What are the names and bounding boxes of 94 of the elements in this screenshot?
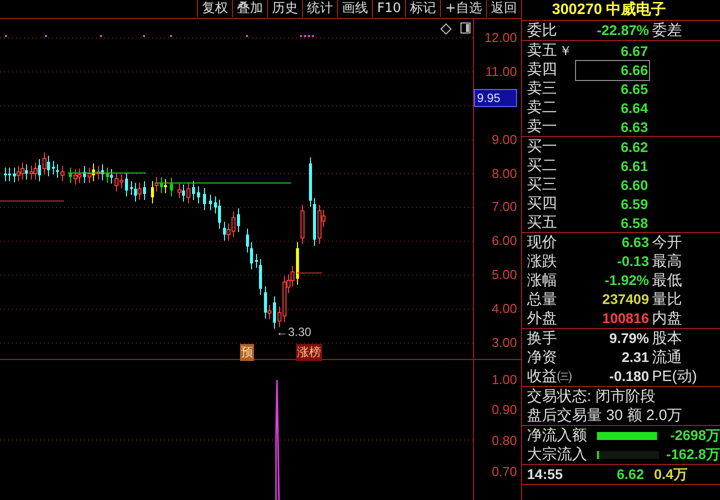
order-price[interactable]: 6.67 bbox=[575, 41, 650, 62]
field-label: 最高 bbox=[651, 252, 683, 271]
candle bbox=[300, 204, 304, 244]
candle bbox=[186, 182, 190, 204]
order-level-label: 卖五 bbox=[527, 42, 557, 59]
field-label: PE(动) bbox=[651, 367, 698, 386]
field-label: 股本 bbox=[651, 329, 683, 348]
candle bbox=[203, 187, 206, 211]
tick-price: 6.62 bbox=[616, 465, 644, 484]
level-line bbox=[296, 272, 322, 274]
order-level-label: 卖一 bbox=[527, 118, 557, 135]
field-label: 现价 bbox=[527, 233, 558, 252]
axis-label: 11.00 bbox=[485, 64, 517, 80]
order-price[interactable]: 6.60 bbox=[575, 175, 650, 196]
field-label: 流通 bbox=[651, 348, 683, 367]
axis-label: 5.00 bbox=[492, 266, 517, 282]
candle bbox=[125, 172, 128, 198]
order-level-label: 买一 bbox=[527, 138, 557, 155]
tick-volume: 0.4万 bbox=[653, 465, 688, 484]
order-level-label: 卖三 bbox=[527, 80, 557, 97]
field-label: 净资 bbox=[527, 348, 558, 367]
flow-label: 净流入额 bbox=[527, 426, 588, 445]
order-level-label: 买四 bbox=[527, 195, 557, 212]
current-price-marker: 9.95 bbox=[474, 89, 517, 108]
flow-value: -162.8万 bbox=[665, 446, 720, 464]
field-label: 今开 bbox=[651, 233, 683, 252]
order-price[interactable]: 6.63 bbox=[575, 117, 650, 138]
order-price[interactable]: 6.59 bbox=[575, 194, 650, 215]
field-label: 换手 bbox=[527, 329, 558, 348]
panel-toggle-icon[interactable] bbox=[460, 22, 470, 34]
field-value: 237409 bbox=[601, 290, 650, 309]
candle bbox=[192, 180, 195, 200]
axis-label: 7.00 bbox=[492, 199, 517, 214]
candle bbox=[197, 186, 200, 204]
field-value: -0.180 bbox=[608, 367, 650, 386]
field-label: 涨幅 bbox=[527, 271, 558, 290]
candle bbox=[60, 165, 64, 182]
axis-label: 0.90 bbox=[492, 402, 517, 418]
axis-label: 1.00 bbox=[492, 372, 517, 387]
field-value: 100816 bbox=[601, 309, 650, 328]
candle bbox=[83, 165, 86, 184]
axis-label: 12.00 bbox=[484, 30, 517, 46]
stock-title: 300270 中威电子 bbox=[522, 0, 720, 21]
order-level-label: 买五 bbox=[527, 214, 557, 231]
candle bbox=[273, 296, 276, 330]
order-price[interactable]: 6.64 bbox=[575, 98, 650, 119]
candle bbox=[237, 208, 240, 233]
field-label: 总量 bbox=[527, 290, 558, 309]
field-label: 涨跌 bbox=[527, 252, 558, 271]
axis-label: 4.00 bbox=[492, 300, 517, 316]
order-level-label: 买三 bbox=[527, 176, 557, 193]
axis-label: 0.70 bbox=[492, 464, 517, 479]
field-label: 内盘 bbox=[651, 309, 683, 328]
field-label: 委差 bbox=[651, 21, 683, 40]
candle bbox=[143, 180, 146, 200]
field-label: 量比 bbox=[651, 290, 683, 309]
tick-time: 14:55 bbox=[527, 465, 564, 484]
field-label: 外盘 bbox=[527, 309, 558, 328]
field-value: -0.13 bbox=[616, 252, 650, 271]
axis-label: 0.80 bbox=[492, 432, 517, 448]
field-label: 收益㈢ bbox=[527, 367, 573, 386]
currency-mark: ￥ bbox=[559, 43, 572, 58]
candle bbox=[296, 242, 299, 286]
field-value: 9.79% bbox=[608, 329, 650, 348]
axis-label: 9.00 bbox=[492, 132, 517, 147]
order-price[interactable]: 6.61 bbox=[575, 156, 650, 177]
field-value: 2.31 bbox=[620, 348, 650, 367]
order-level-label: 卖二 bbox=[527, 99, 557, 116]
field-value: -1.92% bbox=[604, 271, 650, 290]
order-price[interactable]: 6.66 bbox=[575, 60, 650, 81]
status-text: 盘后交易量 30 额 2.0万 bbox=[527, 406, 684, 425]
axis-label: 3.00 bbox=[492, 334, 517, 350]
level-line bbox=[0, 200, 64, 202]
diamond-icon bbox=[440, 23, 452, 35]
signal-tag: 涨榜 bbox=[296, 344, 322, 361]
status-text: 交易状态: 闭市阶段 bbox=[527, 387, 656, 406]
order-price[interactable]: 6.62 bbox=[575, 137, 650, 158]
field-label: 委比 bbox=[527, 21, 558, 40]
flow-label: 大宗流入 bbox=[527, 445, 588, 464]
candle bbox=[209, 194, 212, 211]
axis-label: 8.00 bbox=[492, 166, 517, 181]
candle bbox=[170, 177, 173, 198]
order-price[interactable]: 6.58 bbox=[575, 213, 650, 234]
low-price-label: ←3.30 bbox=[276, 325, 312, 339]
order-level-label: 买二 bbox=[527, 157, 557, 174]
candle bbox=[69, 167, 72, 184]
field-value: -22.87% bbox=[596, 21, 650, 40]
flow-value: -2698万 bbox=[669, 426, 720, 444]
order-level-label: 卖四 bbox=[527, 61, 557, 78]
field-value: 6.63 bbox=[620, 233, 650, 252]
signal-tag: 预 bbox=[240, 344, 254, 361]
field-label: 最低 bbox=[651, 271, 683, 290]
axis-label: 6.00 bbox=[492, 233, 517, 248]
order-price[interactable]: 6.65 bbox=[575, 79, 650, 100]
